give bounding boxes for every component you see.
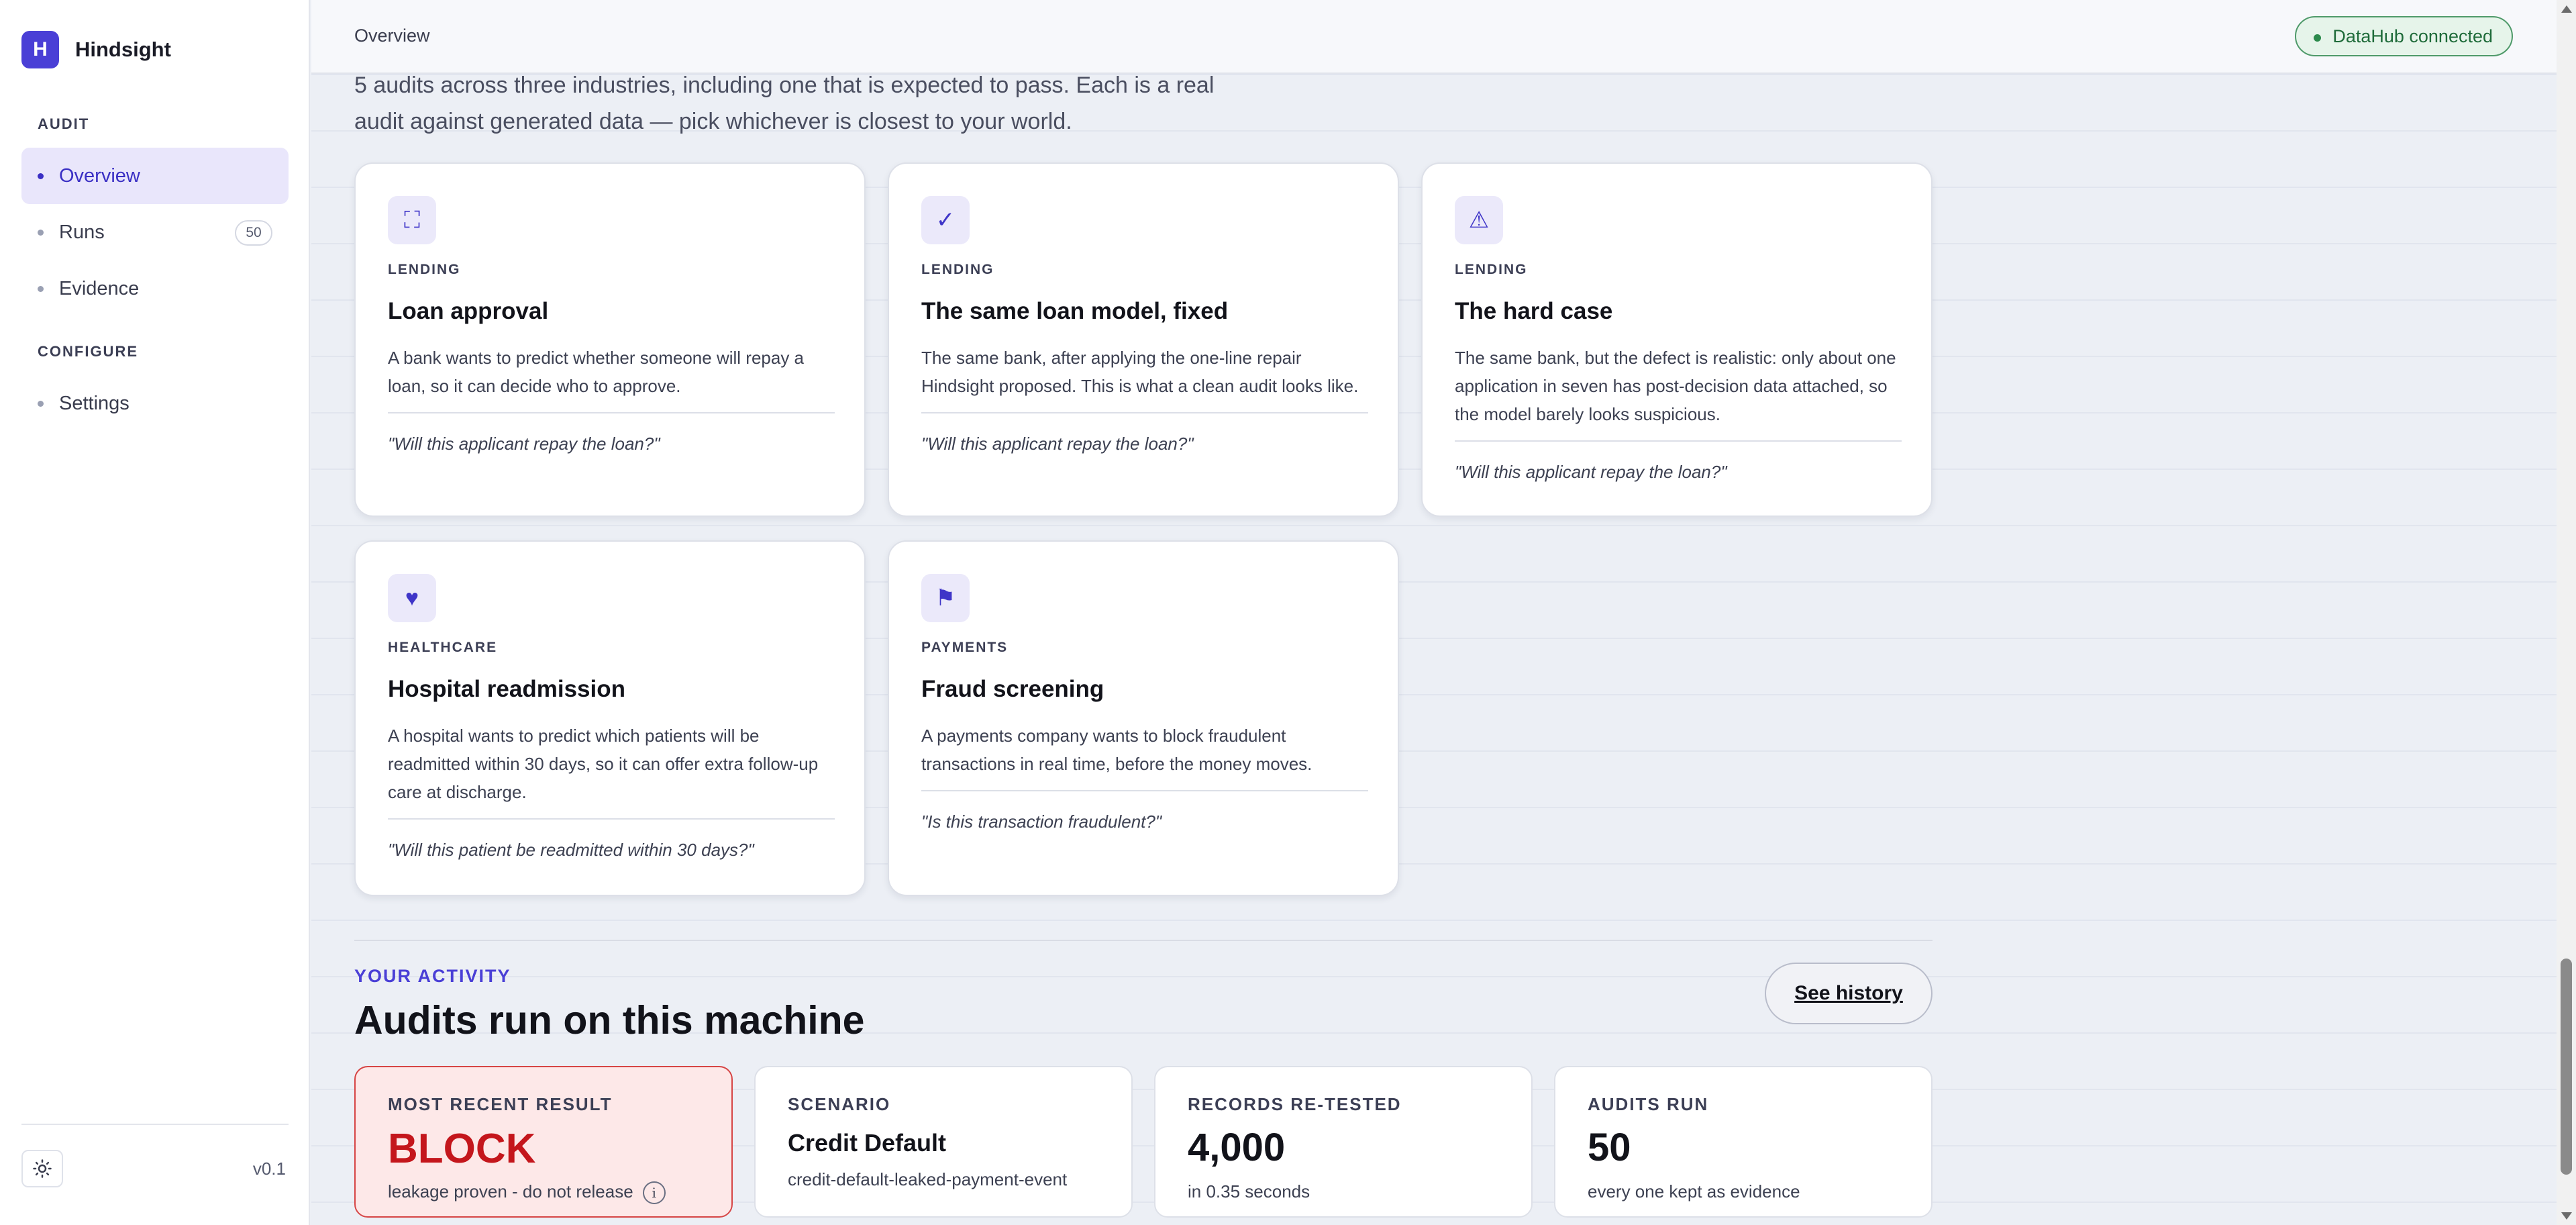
sidebar-item-runs[interactable]: Runs 50	[21, 204, 289, 260]
card-divider	[388, 818, 835, 820]
stat-scenario[interactable]: SCENARIO Credit Default credit-default-l…	[754, 1066, 1133, 1218]
sidebar-item-evidence[interactable]: Evidence	[21, 260, 289, 317]
card-divider	[921, 790, 1368, 791]
card-industry-tag: LENDING	[921, 262, 994, 277]
activity-kicker: YOUR ACTIVITY	[354, 966, 511, 986]
sidebar-item-label: Evidence	[59, 277, 140, 299]
stat-label: RECORDS RE-TESTED	[1188, 1094, 1402, 1114]
app-name: Hindsight	[75, 38, 171, 61]
vertical-scrollbar[interactable]	[2557, 0, 2576, 1225]
scenario-card-hard-case[interactable]: ⚠ LENDING The hard case The same bank, b…	[1421, 162, 1933, 517]
sidebar-item-label: Runs	[59, 221, 105, 243]
scroll-down-arrow-icon[interactable]	[2561, 1212, 2572, 1220]
card-description: A hospital wants to predict which patien…	[388, 726, 819, 802]
warning-icon: ⚠	[1455, 196, 1503, 244]
flag-icon: ⚑	[921, 574, 970, 622]
brand[interactable]: H Hindsight	[21, 31, 171, 68]
sidebar-item-overview[interactable]: Overview	[21, 148, 289, 204]
audits-run-value: 50	[1588, 1126, 1631, 1169]
scenario-name-value: Credit Default	[788, 1129, 947, 1157]
theme-toggle-button[interactable]	[21, 1150, 63, 1187]
heart-icon: ♥	[388, 574, 436, 622]
sidebar-item-label: Settings	[59, 392, 130, 414]
section-divider	[354, 940, 1933, 941]
sidebar: H Hindsight AUDIT Overview Runs 50 Evide…	[0, 0, 310, 1225]
sidebar-item-label: Overview	[59, 164, 140, 187]
result-block-value: BLOCK	[388, 1126, 536, 1172]
stat-audits-run: AUDITS RUN 50 every one kept as evidence	[1554, 1066, 1933, 1218]
stat-label: AUDITS RUN	[1588, 1094, 1709, 1114]
card-question: "Will this applicant repay the loan?"	[1455, 462, 1727, 482]
check-icon: ✓	[921, 196, 970, 244]
runs-count-badge: 50	[235, 220, 272, 246]
hindsight-logo-icon: H	[21, 31, 59, 68]
stat-records-retested: RECORDS RE-TESTED 4,000 in 0.35 seconds	[1154, 1066, 1533, 1218]
card-industry-tag: HEALTHCARE	[388, 640, 498, 655]
sun-icon	[33, 1159, 52, 1178]
sidebar-item-settings[interactable]: Settings	[21, 375, 289, 432]
status-label: DataHub connected	[2332, 26, 2493, 46]
breadcrumb: Overview	[354, 26, 430, 46]
top-bar: Overview DataHub connected	[311, 0, 2576, 74]
scenario-card-hospital-readmission[interactable]: ♥ HEALTHCARE Hospital readmission A hosp…	[354, 540, 866, 896]
scrollbar-thumb[interactable]	[2561, 959, 2572, 1175]
bullet-icon	[38, 173, 44, 179]
info-icon[interactable]: i	[642, 1181, 666, 1205]
stat-subtext: in 0.35 seconds	[1188, 1181, 1310, 1202]
card-description: A payments company wants to block fraudu…	[921, 726, 1312, 774]
app-version: v0.1	[252, 1159, 286, 1179]
bullet-icon	[38, 286, 44, 292]
card-description: The same bank, but the defect is realist…	[1455, 348, 1896, 424]
records-value: 4,000	[1188, 1126, 1286, 1169]
scenario-id: credit-default-leaked-payment-event	[788, 1169, 1068, 1189]
scroll-up-arrow-icon[interactable]	[2561, 5, 2572, 13]
stat-subtext: leakage proven - do not release i	[388, 1181, 666, 1205]
nav-section-audit: AUDIT	[38, 115, 90, 132]
stat-most-recent-result[interactable]: MOST RECENT RESULT BLOCK leakage proven …	[354, 1066, 733, 1218]
scenario-card-loan-fixed[interactable]: ✓ LENDING The same loan model, fixed The…	[888, 162, 1399, 517]
card-title: The same loan model, fixed	[921, 298, 1229, 324]
scenario-card-loan-approval[interactable]: ⛶ LENDING Loan approval A bank wants to …	[354, 162, 866, 517]
nav-section-configure: CONFIGURE	[38, 343, 138, 360]
intro-text: 5 audits across three industries, includ…	[354, 72, 1215, 134]
card-divider	[1455, 440, 1902, 442]
sidebar-divider	[21, 1124, 289, 1125]
scenario-card-fraud-screening[interactable]: ⚑ PAYMENTS Fraud screening A payments co…	[888, 540, 1399, 896]
card-question: "Is this transaction fraudulent?"	[921, 812, 1162, 832]
card-title: Loan approval	[388, 298, 549, 324]
card-title: Fraud screening	[921, 676, 1104, 702]
card-divider	[921, 412, 1368, 413]
card-question: "Will this applicant repay the loan?"	[921, 434, 1194, 454]
stat-subtext-label: leakage proven - do not release	[388, 1181, 633, 1202]
card-industry-tag: LENDING	[388, 262, 461, 277]
stat-subtext: every one kept as evidence	[1588, 1181, 1800, 1202]
card-question: "Will this patient be readmitted within …	[388, 840, 754, 860]
stat-label: MOST RECENT RESULT	[388, 1094, 613, 1114]
card-description: The same bank, after applying the one-li…	[921, 348, 1359, 396]
bullet-icon	[38, 401, 44, 407]
card-industry-tag: LENDING	[1455, 262, 1528, 277]
expand-icon: ⛶	[388, 196, 436, 244]
card-question: "Will this applicant repay the loan?"	[388, 434, 660, 454]
see-history-button[interactable]: See history	[1765, 963, 1933, 1024]
card-industry-tag: PAYMENTS	[921, 640, 1009, 655]
datahub-status-badge[interactable]: DataHub connected	[2295, 16, 2513, 56]
status-dot-icon	[2314, 34, 2322, 42]
bullet-icon	[38, 230, 44, 236]
card-divider	[388, 412, 835, 413]
card-title: The hard case	[1455, 298, 1613, 324]
card-description: A bank wants to predict whether someone …	[388, 348, 805, 396]
card-title: Hospital readmission	[388, 676, 625, 702]
activity-title: Audits run on this machine	[354, 998, 865, 1042]
stat-label: SCENARIO	[788, 1094, 891, 1114]
